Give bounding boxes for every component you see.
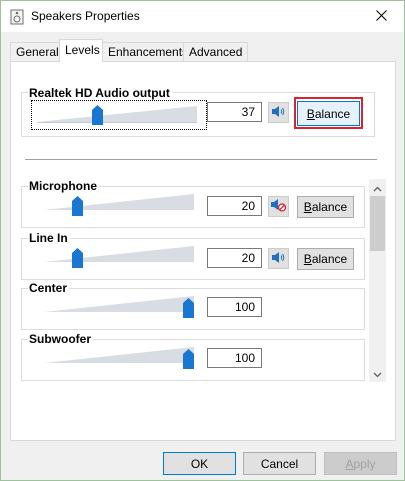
microphone-balance-button[interactable]: Balance (297, 196, 354, 218)
section-divider (25, 159, 377, 160)
speaker-muted-icon (270, 198, 287, 215)
microphone-slider-track[interactable] (44, 194, 194, 212)
chevron-up-icon (373, 181, 382, 195)
close-icon (375, 9, 387, 24)
line-in-slider-track[interactable] (44, 246, 194, 264)
scroll-up-button[interactable] (369, 179, 386, 196)
microphone-slider-thumb[interactable] (71, 196, 83, 216)
center-label: Center (28, 281, 70, 295)
speakers-properties-window: Speakers Properties General Levels Enhan… (0, 0, 405, 481)
line-in-slider-thumb[interactable] (71, 248, 83, 268)
close-button[interactable] (358, 1, 404, 32)
line-in-balance-button[interactable]: Balance (297, 248, 354, 270)
scrollbar-thumb[interactable] (370, 196, 385, 251)
output-balance-button[interactable]: Balance (297, 101, 360, 126)
apply-button[interactable]: Apply (324, 452, 397, 475)
center-slider-track[interactable] (44, 296, 194, 314)
apply-label: Apply (345, 456, 376, 471)
output-label: Realtek HD Audio output (28, 86, 172, 100)
microphone-volume-value[interactable]: 20 (207, 196, 262, 216)
title-bar: Speakers Properties (1, 1, 404, 32)
microphone-balance-label: Balance (303, 200, 348, 214)
scroll-down-button[interactable] (369, 365, 386, 382)
output-slider-thumb[interactable] (92, 105, 104, 125)
line-in-mute-button[interactable] (268, 248, 289, 269)
levels-panel: Realtek HD Audio output 37 Balance Micro… (10, 61, 396, 441)
tab-advanced[interactable]: Advanced (183, 42, 249, 61)
output-mute-button[interactable] (268, 102, 289, 123)
subwoofer-slider-thumb[interactable] (183, 349, 194, 369)
tab-levels[interactable]: Levels (59, 39, 103, 62)
speaker-icon (271, 105, 286, 121)
line-in-volume-value[interactable]: 20 (207, 248, 262, 268)
tab-general[interactable]: General (10, 42, 65, 61)
output-volume-value[interactable]: 37 (207, 102, 262, 122)
window-title: Speakers Properties (31, 9, 140, 23)
chevron-down-icon (373, 367, 382, 381)
output-slider-track[interactable] (37, 106, 197, 124)
output-balance-label: Balance (306, 106, 351, 121)
cancel-button[interactable]: Cancel (243, 452, 316, 475)
tab-enhancements[interactable]: Enhancements (102, 42, 195, 61)
subwoofer-volume-value[interactable]: 100 (207, 348, 262, 368)
microphone-mute-button[interactable] (268, 196, 289, 217)
subwoofer-label: Subwoofer (28, 332, 93, 346)
line-in-balance-label: Balance (303, 252, 348, 266)
center-slider-thumb[interactable] (183, 298, 194, 318)
microphone-label: Microphone (28, 179, 99, 193)
line-in-label: Line In (28, 231, 70, 245)
center-volume-value[interactable]: 100 (207, 297, 262, 317)
subwoofer-slider-track[interactable] (44, 347, 194, 365)
speaker-icon (271, 251, 286, 267)
vertical-scrollbar[interactable] (369, 179, 386, 382)
ok-button[interactable]: OK (163, 452, 236, 475)
speaker-device-icon (10, 9, 24, 25)
